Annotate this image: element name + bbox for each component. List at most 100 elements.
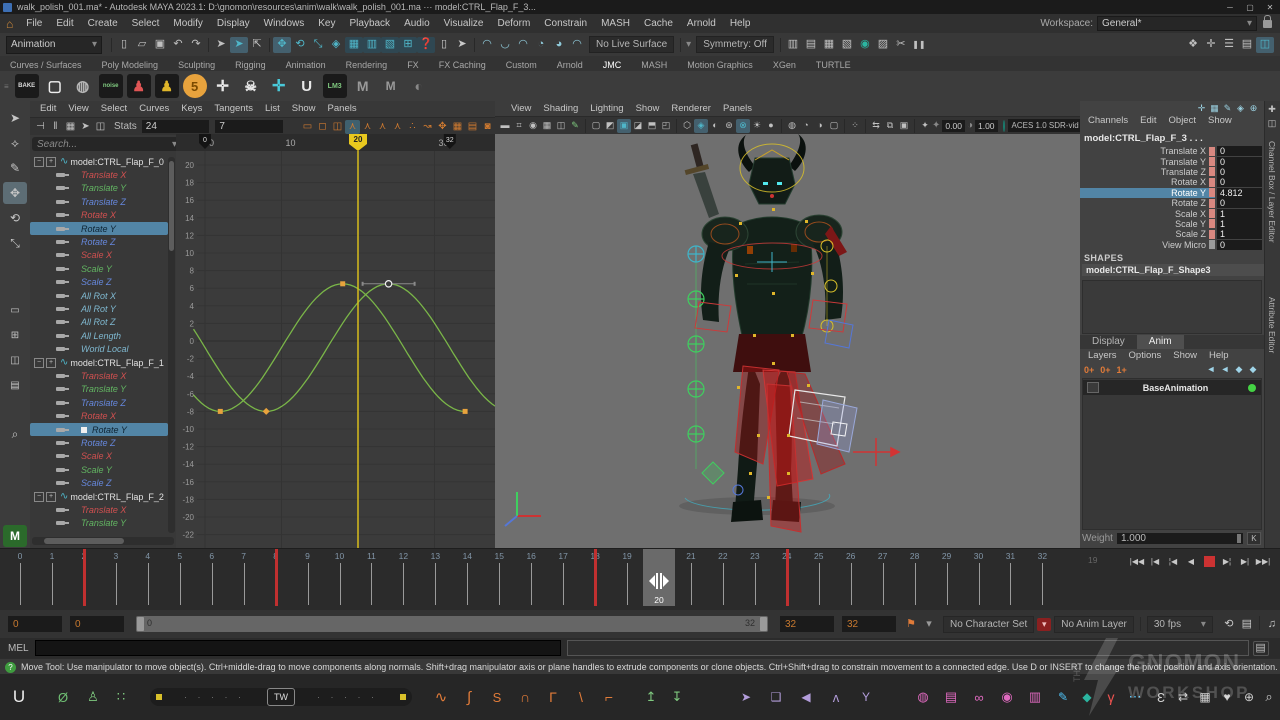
shape-node-name[interactable]: model:CTRL_Flap_F_Shape3 bbox=[1082, 264, 1264, 276]
menu-item-panels[interactable]: Panels bbox=[322, 103, 363, 114]
gamma-field[interactable]: 1.00 bbox=[975, 120, 998, 132]
lm-spring-shelf-icon[interactable]: LM3 bbox=[323, 74, 347, 98]
tree-channel-row[interactable]: Translate Y bbox=[30, 517, 168, 530]
attribute-value-field[interactable]: 0 bbox=[1217, 177, 1262, 187]
set-range-bookmark-icon[interactable]: ⚑ bbox=[902, 616, 920, 632]
lasso-tool-icon[interactable]: ⟡ bbox=[3, 132, 27, 154]
menu-item-modify[interactable]: Modify bbox=[166, 18, 209, 29]
figure-pose-icon[interactable]: Y bbox=[855, 686, 877, 708]
annotate-icon[interactable]: ❑ bbox=[765, 686, 787, 708]
menu-item-deform[interactable]: Deform bbox=[490, 18, 537, 29]
select-component-icon[interactable]: ➤ bbox=[230, 37, 248, 53]
menu-item-curves[interactable]: Curves bbox=[133, 103, 175, 114]
new-scene-icon[interactable]: ▯ bbox=[115, 37, 133, 53]
menu-item-show[interactable]: Show bbox=[630, 103, 666, 114]
shelf-tab-jmc[interactable]: JMC bbox=[593, 59, 632, 71]
move-tool-icon[interactable]: ✥ bbox=[273, 37, 291, 53]
last-tool-icon[interactable]: ◈ bbox=[327, 37, 345, 53]
timeline-playhead[interactable]: 20 bbox=[643, 549, 675, 606]
minimize-button[interactable]: ─ bbox=[1220, 3, 1240, 12]
tree-channel-row[interactable]: Scale Y bbox=[30, 262, 168, 275]
grid-icon[interactable]: ⊗ bbox=[736, 119, 750, 133]
color-management-icon[interactable] bbox=[1003, 120, 1005, 132]
textured-icon[interactable]: ▣ bbox=[617, 119, 631, 133]
image-plane-icon[interactable]: ▦ bbox=[540, 119, 554, 133]
aa-icon[interactable]: ◑ bbox=[813, 119, 827, 133]
racket-shelf-icon[interactable]: ◍ bbox=[71, 74, 95, 98]
tree-channel-row[interactable]: World Local bbox=[30, 343, 168, 356]
clamped-tangent-icon[interactable]: ⋏ bbox=[375, 120, 390, 134]
tree-channel-row[interactable]: Scale Z bbox=[30, 276, 168, 289]
scale-tool-icon[interactable]: ⤡ bbox=[3, 232, 27, 254]
menu-item-edit[interactable]: Edit bbox=[34, 103, 62, 114]
skull-shelf-icon[interactable]: ☠ bbox=[239, 74, 263, 98]
flat-tangent-icon[interactable]: ∴ bbox=[405, 120, 420, 134]
shelf-tab-turtle[interactable]: TURTLE bbox=[806, 59, 861, 71]
expand-icon[interactable]: + bbox=[46, 492, 56, 502]
paste-view-icon[interactable]: ▣ bbox=[897, 119, 911, 133]
curve-sine-icon[interactable]: ∿ bbox=[430, 686, 452, 708]
mel-result-field[interactable] bbox=[567, 640, 1249, 656]
copy-view-icon[interactable]: ⧉ bbox=[883, 119, 897, 133]
insert-key-icon[interactable]: ‖ bbox=[48, 120, 63, 134]
menu-item-panels[interactable]: Panels bbox=[717, 103, 758, 114]
tw-end-key-icon[interactable] bbox=[400, 694, 406, 700]
pick-matter-icon[interactable]: ⇆ bbox=[869, 119, 883, 133]
anim-end-field[interactable]: 32 bbox=[842, 616, 896, 632]
pencil-icon[interactable]: ✎ bbox=[1221, 102, 1234, 114]
paint-select-tool-icon[interactable]: ✎ bbox=[3, 157, 27, 179]
menu-item-list[interactable]: List bbox=[259, 103, 286, 114]
weight-key-button[interactable]: K bbox=[1247, 532, 1261, 545]
lattice-deform-icon[interactable]: ▦ bbox=[63, 120, 78, 134]
tree-channel-row[interactable]: Scale Z bbox=[30, 477, 168, 490]
folder-icon[interactable]: ▤ bbox=[940, 686, 962, 708]
retime-icon[interactable]: ◫ bbox=[93, 120, 108, 134]
mute-audio-icon[interactable]: ♫ bbox=[1263, 616, 1280, 632]
menu-item-edit[interactable]: Edit bbox=[49, 18, 80, 29]
anim-start-field[interactable]: 0 bbox=[8, 616, 62, 632]
single-pane-layout-icon[interactable]: ▭ bbox=[3, 299, 27, 321]
tree-channel-row[interactable]: All Rot X bbox=[30, 289, 168, 302]
grid-icon[interactable]: ▦ bbox=[1208, 102, 1221, 114]
attribute-value-field[interactable]: 0 bbox=[1217, 240, 1262, 250]
xray-joints-icon[interactable]: ◐ bbox=[708, 119, 722, 133]
step-back-frame-button[interactable]: |◀ bbox=[1146, 553, 1164, 570]
menu-item-playback[interactable]: Playback bbox=[342, 18, 397, 29]
shelf-tab-animation[interactable]: Animation bbox=[276, 59, 336, 71]
tree-channel-row[interactable]: Rotate X bbox=[30, 209, 168, 222]
menu-item-edit[interactable]: Edit bbox=[1134, 115, 1162, 126]
render-current-frame-icon[interactable]: ◕ bbox=[550, 37, 568, 53]
attribute-value-field[interactable]: 4.812 bbox=[1217, 188, 1262, 198]
weight-field[interactable]: 1.000 bbox=[1117, 533, 1243, 544]
shelf-tab-rigging[interactable]: Rigging bbox=[225, 59, 276, 71]
menu-item-key[interactable]: Key bbox=[311, 18, 342, 29]
stats-value-field[interactable]: 7 bbox=[215, 120, 283, 133]
xray-icon[interactable]: ◈ bbox=[694, 119, 708, 133]
favorites-icon[interactable]: ♥ bbox=[1216, 686, 1238, 708]
menu-item-show[interactable]: Show bbox=[1202, 115, 1238, 126]
playback-loop-icon[interactable]: ⟲ bbox=[1220, 616, 1238, 632]
red-character-shelf-icon[interactable]: ♟ bbox=[127, 74, 151, 98]
set-breakdown-icon[interactable]: ▤ bbox=[802, 37, 820, 53]
menu-item-visualize[interactable]: Visualize bbox=[437, 18, 491, 29]
menu-item-constrain[interactable]: Constrain bbox=[537, 18, 594, 29]
select-hierarchy-icon[interactable]: ⇱ bbox=[248, 37, 266, 53]
stop-button[interactable] bbox=[1200, 553, 1218, 570]
attribute-value-field[interactable]: 1 bbox=[1217, 219, 1262, 229]
stats-frame-field[interactable]: 24 bbox=[142, 120, 210, 133]
toolbox-icon[interactable]: ▤ bbox=[1238, 37, 1256, 53]
tree-channel-row[interactable]: Translate X bbox=[30, 369, 168, 382]
channel-attribute-row[interactable]: Scale Y1 bbox=[1080, 219, 1264, 229]
pin-icon[interactable]: ✛ bbox=[1195, 102, 1208, 114]
select-object-icon[interactable]: ➤ bbox=[212, 37, 230, 53]
menu-item-create[interactable]: Create bbox=[81, 18, 125, 29]
shelf-tab-fx-caching[interactable]: FX Caching bbox=[429, 59, 496, 71]
script-editor-icon[interactable]: ▤ bbox=[1253, 641, 1269, 656]
tree-channel-row[interactable]: Translate X bbox=[30, 503, 168, 516]
shelf-tab-fx[interactable]: FX bbox=[397, 59, 429, 71]
scale-tool-icon[interactable]: ⤡ bbox=[309, 37, 327, 53]
channel-box-node-name[interactable]: model:CTRL_Flap_F_3 . . . bbox=[1084, 133, 1203, 144]
tree-channel-row[interactable]: All Rot Y bbox=[30, 302, 168, 315]
mel-label[interactable]: MEL bbox=[8, 643, 29, 654]
tree-channel-row[interactable]: Scale Y bbox=[30, 463, 168, 476]
